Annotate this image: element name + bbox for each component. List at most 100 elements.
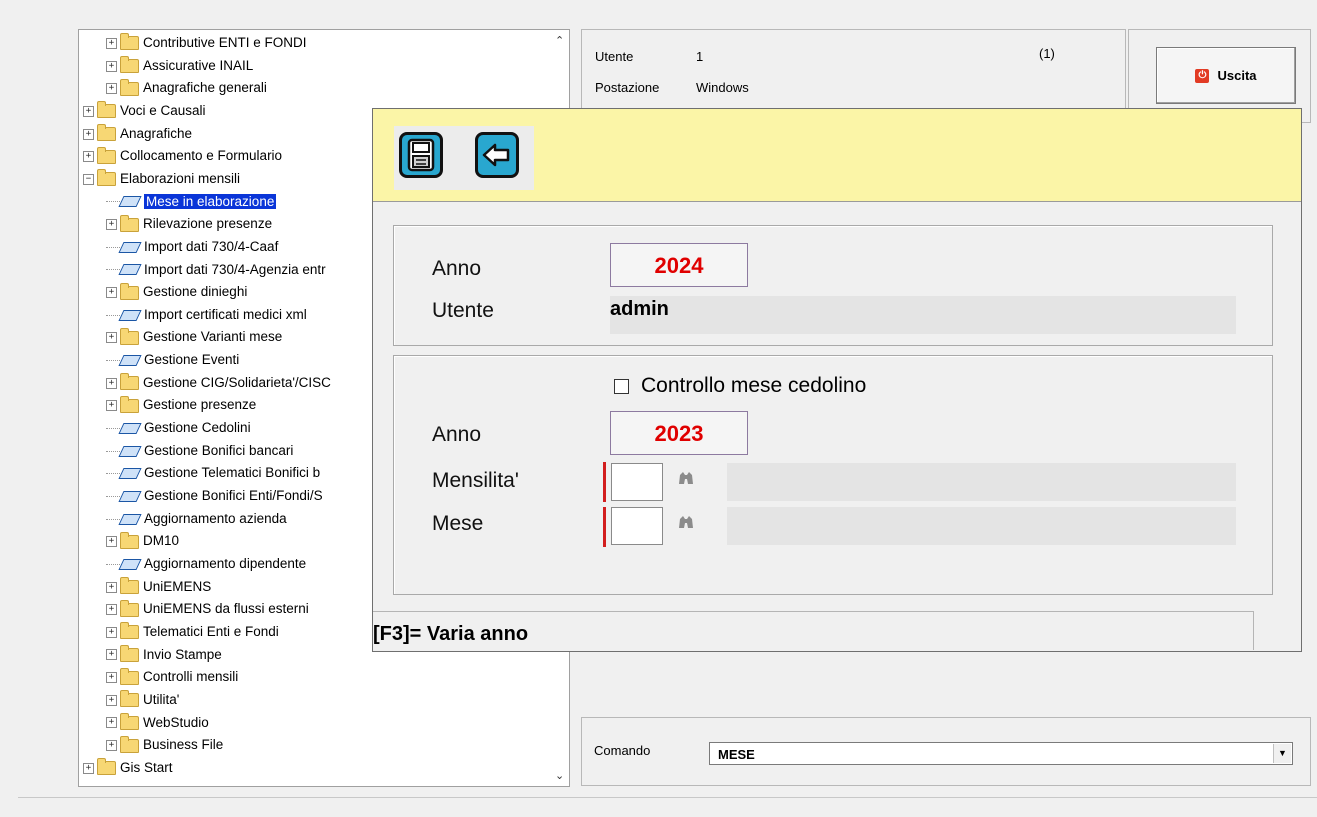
binoculars-icon[interactable] (678, 515, 694, 529)
tree-item[interactable]: + UniEMENS (106, 576, 211, 598)
folder-icon (97, 124, 116, 142)
tree-item[interactable]: Gestione Bonifici bancari (106, 440, 293, 462)
expand-icon[interactable]: + (106, 332, 117, 344)
expand-icon[interactable]: + (106, 581, 117, 593)
document-icon (118, 196, 142, 208)
tree-item-label: Gestione CIG/Solidarieta'/CISC (143, 374, 331, 390)
expand-icon[interactable]: + (106, 672, 117, 684)
mensilita-input[interactable] (611, 463, 663, 501)
tree-item[interactable]: + Assicurative INAIL (106, 55, 253, 77)
expand-icon[interactable]: + (106, 717, 117, 729)
tree-item[interactable]: Aggiornamento azienda (106, 508, 287, 530)
tree-item[interactable]: + Gis Start (83, 757, 173, 779)
tree-item[interactable]: + Contributive ENTI e FONDI (106, 32, 307, 54)
expand-icon[interactable]: + (106, 604, 117, 616)
tree-item-label: Gestione Varianti mese (143, 329, 283, 345)
tree-item[interactable]: + Anagrafiche (83, 123, 192, 145)
expand-icon[interactable]: + (106, 400, 117, 412)
tree-item[interactable]: + Business File (106, 734, 223, 756)
command-select[interactable]: MESE ▼ (709, 742, 1293, 765)
command-value: MESE (718, 747, 755, 762)
tree-item-label: Aggiornamento azienda (144, 510, 287, 526)
tree-item[interactable]: + Utilita' (106, 689, 179, 711)
expand-icon[interactable]: + (83, 151, 94, 163)
expand-icon[interactable]: + (83, 128, 94, 140)
controllo-mese-checkbox[interactable] (614, 378, 629, 394)
scroll-down-icon[interactable]: ⌄ (555, 769, 564, 782)
expand-icon[interactable]: + (106, 740, 117, 752)
tree-item-label: Aggiornamento dipendente (144, 555, 307, 571)
tree-item[interactable]: + WebStudio (106, 712, 209, 734)
tree-item-label: Import dati 730/4-Agenzia entr (144, 261, 326, 277)
expand-icon[interactable]: + (106, 626, 117, 638)
tree-item-label: Elaborazioni mensili (120, 170, 241, 186)
expand-icon[interactable]: + (106, 377, 117, 389)
tree-item-label: Invio Stampe (143, 646, 222, 662)
tree-item-label: Voci e Causali (120, 102, 206, 118)
tree-item[interactable]: + Telematici Enti e Fondi (106, 621, 279, 643)
folder-icon (120, 735, 139, 753)
folder-icon (97, 101, 116, 119)
expand-icon[interactable]: + (83, 762, 94, 774)
tree-item[interactable]: + Collocamento e Formulario (83, 145, 282, 167)
expand-icon[interactable]: + (106, 536, 117, 548)
dropdown-arrow-icon[interactable]: ▼ (1273, 744, 1291, 763)
expand-icon[interactable]: + (106, 287, 117, 299)
tree-item[interactable]: + Gestione dinieghi (106, 281, 247, 303)
exit-button[interactable]: ⏻ Uscita (1156, 47, 1296, 104)
controllo-mese-checkbox-row[interactable]: Controllo mese cedolino (614, 374, 866, 398)
expand-icon[interactable]: + (83, 105, 94, 117)
tree-item[interactable]: + Invio Stampe (106, 644, 222, 666)
back-button[interactable] (475, 132, 519, 178)
tree-item[interactable]: + Gestione Varianti mese (106, 326, 282, 348)
tree-item[interactable]: Gestione Bonifici Enti/Fondi/S (106, 485, 323, 507)
document-icon (118, 241, 142, 253)
folder-icon (97, 169, 116, 187)
tree-item[interactable]: + Rilevazione presenze (106, 213, 272, 235)
expand-icon[interactable]: + (106, 649, 117, 661)
tree-item[interactable]: Import dati 730/4-Caaf (106, 236, 278, 258)
tree-item-label: Utilita' (143, 691, 180, 707)
tree-item[interactable]: − Elaborazioni mensili (83, 168, 240, 190)
command-panel: Comando MESE ▼ (581, 717, 1311, 786)
expand-icon[interactable]: + (106, 694, 117, 706)
scroll-up-icon[interactable]: ⌃ (555, 34, 564, 47)
mese-description (727, 507, 1236, 545)
tree-item[interactable]: Import certificati medici xml (106, 304, 307, 326)
tree-item[interactable]: + UniEMENS da flussi esterni (106, 598, 309, 620)
tree-item[interactable]: + Controlli mensili (106, 666, 238, 688)
tree-item[interactable]: Gestione Telematici Bonifici b (106, 462, 320, 484)
document-icon (118, 309, 142, 321)
collapse-icon[interactable]: − (83, 173, 94, 185)
folder-icon (120, 373, 139, 391)
expand-icon[interactable]: + (106, 37, 117, 49)
tree-item-label: DM10 (143, 533, 180, 549)
expand-icon[interactable]: + (106, 83, 117, 95)
document-icon (118, 468, 142, 480)
folder-icon (120, 327, 139, 345)
anno-control-field[interactable]: 2023 (610, 411, 748, 455)
expand-icon[interactable]: + (106, 219, 117, 231)
document-icon (118, 490, 142, 502)
tree-item[interactable]: + DM10 (106, 530, 179, 552)
tree-item[interactable]: + Gestione presenze (106, 394, 256, 416)
mese-input[interactable] (611, 507, 663, 545)
folder-icon (120, 690, 139, 708)
binoculars-icon[interactable] (678, 471, 694, 485)
tree-item[interactable]: Gestione Cedolini (106, 417, 251, 439)
tree-item-label: Rilevazione presenze (143, 216, 273, 232)
expand-icon[interactable]: + (106, 60, 117, 72)
tree-item[interactable]: Aggiornamento dipendente (106, 553, 306, 575)
anno-current-field[interactable]: 2024 (610, 243, 748, 287)
tree-item[interactable]: Mese in elaborazione (106, 191, 277, 213)
tree-item[interactable]: + Anagrafiche generali (106, 77, 267, 99)
tree-item[interactable]: + Voci e Causali (83, 100, 206, 122)
folder-icon (97, 758, 116, 776)
save-icon (407, 138, 435, 172)
tree-item[interactable]: + Gestione CIG/Solidarieta'/CISC (106, 372, 331, 394)
tree-item[interactable]: Gestione Eventi (106, 349, 239, 371)
tree-item[interactable]: Import dati 730/4-Agenzia entr (106, 259, 326, 281)
utente-code: (1) (1039, 46, 1055, 61)
document-icon (118, 264, 142, 276)
save-button[interactable] (399, 132, 443, 178)
